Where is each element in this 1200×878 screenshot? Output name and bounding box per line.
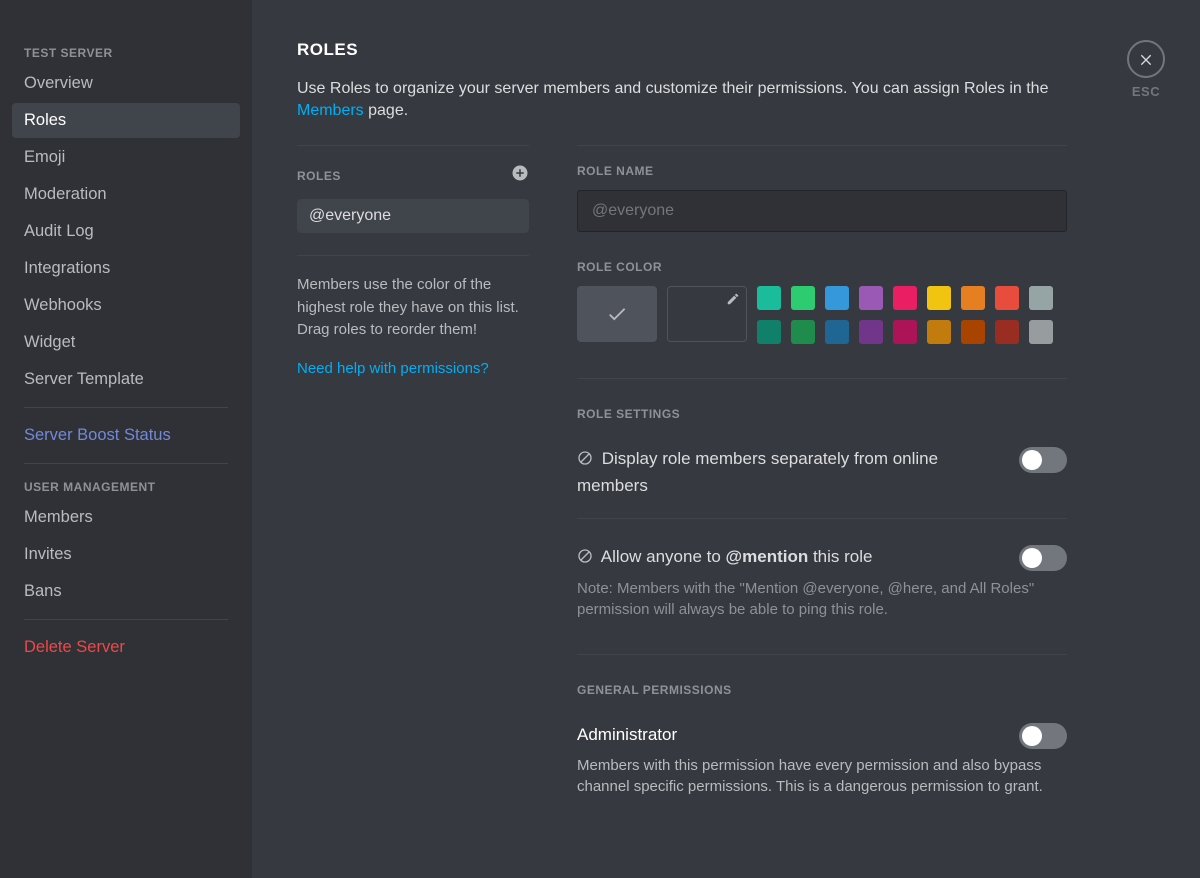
close-column: ESC: [1127, 40, 1165, 99]
page-title: ROLES: [297, 40, 1160, 60]
color-custom-swatch[interactable]: [667, 286, 747, 342]
perm-administrator-desc: Members with this permission have every …: [577, 755, 1067, 797]
sidebar-item-members[interactable]: Members: [12, 500, 240, 535]
color-swatch-grid: [757, 286, 1053, 344]
color-swatch[interactable]: [1029, 286, 1053, 310]
toggle-administrator[interactable]: [1019, 723, 1067, 749]
roles-list-header: ROLES: [297, 169, 341, 183]
roles-list-column: ROLES @everyone Members use the color of…: [297, 145, 529, 823]
color-swatch[interactable]: [825, 286, 849, 310]
color-swatch[interactable]: [757, 286, 781, 310]
main-content: ESC ROLES Use Roles to organize your ser…: [252, 0, 1200, 878]
color-swatch[interactable]: [893, 320, 917, 344]
general-permissions-header: GENERAL PERMISSIONS: [577, 683, 1067, 697]
divider: [24, 407, 228, 408]
role-name-label: ROLE NAME: [577, 164, 1067, 178]
sidebar-section-server: TEST SERVER: [12, 40, 240, 66]
sidebar-item-moderation[interactable]: Moderation: [12, 177, 240, 212]
color-swatch[interactable]: [995, 286, 1019, 310]
close-button[interactable]: [1127, 40, 1165, 78]
pencil-icon: [726, 292, 740, 306]
color-swatch[interactable]: [825, 320, 849, 344]
color-default-swatch[interactable]: [577, 286, 657, 342]
toggle-display-separately[interactable]: [1019, 447, 1067, 473]
sidebar-section-user-mgmt: USER MANAGEMENT: [12, 474, 240, 500]
sidebar-item-overview[interactable]: Overview: [12, 66, 240, 101]
sidebar-item-delete-server[interactable]: Delete Server: [12, 630, 240, 665]
color-swatch[interactable]: [961, 320, 985, 344]
setting-display-separately-label: Display role members separately from onl…: [577, 447, 999, 498]
role-everyone[interactable]: @everyone: [297, 199, 529, 233]
add-role-button[interactable]: [511, 164, 529, 187]
sidebar-item-bans[interactable]: Bans: [12, 574, 240, 609]
prohibit-icon: [577, 547, 593, 572]
setting-allow-mention-label: Allow anyone to @mention this role: [577, 545, 999, 572]
sidebar-item-server-boost[interactable]: Server Boost Status: [12, 418, 240, 453]
color-swatch[interactable]: [791, 286, 815, 310]
sidebar-item-webhooks[interactable]: Webhooks: [12, 288, 240, 323]
roles-hint: Members use the color of the highest rol…: [297, 274, 529, 342]
page-desc-post: page.: [364, 102, 408, 119]
prohibit-icon: [577, 449, 593, 474]
sidebar: TEST SERVER Overview Roles Emoji Moderat…: [0, 0, 252, 878]
role-name-input[interactable]: [577, 190, 1067, 232]
sidebar-item-server-template[interactable]: Server Template: [12, 362, 240, 397]
divider: [24, 619, 228, 620]
setting-allow-mention-note: Note: Members with the "Mention @everyon…: [577, 578, 1067, 620]
role-settings-header: ROLE SETTINGS: [577, 407, 1067, 421]
perm-administrator-title: Administrator: [577, 723, 999, 748]
color-swatch[interactable]: [893, 286, 917, 310]
toggle-allow-mention[interactable]: [1019, 545, 1067, 571]
sidebar-item-audit-log[interactable]: Audit Log: [12, 214, 240, 249]
plus-circle-icon: [511, 164, 529, 182]
color-swatch[interactable]: [791, 320, 815, 344]
divider: [297, 255, 529, 256]
divider: [577, 654, 1067, 655]
permissions-help-link[interactable]: Need help with permissions?: [297, 360, 529, 377]
role-color-label: ROLE COLOR: [577, 260, 1067, 274]
color-swatch[interactable]: [995, 320, 1019, 344]
color-swatch[interactable]: [927, 286, 951, 310]
color-swatch[interactable]: [859, 286, 883, 310]
divider: [24, 463, 228, 464]
sidebar-item-integrations[interactable]: Integrations: [12, 251, 240, 286]
members-link[interactable]: Members: [297, 102, 364, 119]
close-icon: [1138, 51, 1154, 67]
color-swatch[interactable]: [757, 320, 781, 344]
divider: [577, 378, 1067, 379]
color-swatch[interactable]: [927, 320, 951, 344]
sidebar-item-invites[interactable]: Invites: [12, 537, 240, 572]
sidebar-item-widget[interactable]: Widget: [12, 325, 240, 360]
esc-label: ESC: [1132, 84, 1160, 99]
color-swatch[interactable]: [961, 286, 985, 310]
page-description: Use Roles to organize your server member…: [297, 78, 1067, 121]
page-desc-pre: Use Roles to organize your server member…: [297, 80, 1048, 97]
color-swatch[interactable]: [1029, 320, 1053, 344]
sidebar-item-emoji[interactable]: Emoji: [12, 140, 240, 175]
sidebar-item-roles[interactable]: Roles: [12, 103, 240, 138]
check-icon: [606, 303, 628, 325]
color-swatch[interactable]: [859, 320, 883, 344]
role-detail-column: ROLE NAME ROLE COLOR ROLE SETTINGS: [577, 145, 1067, 823]
